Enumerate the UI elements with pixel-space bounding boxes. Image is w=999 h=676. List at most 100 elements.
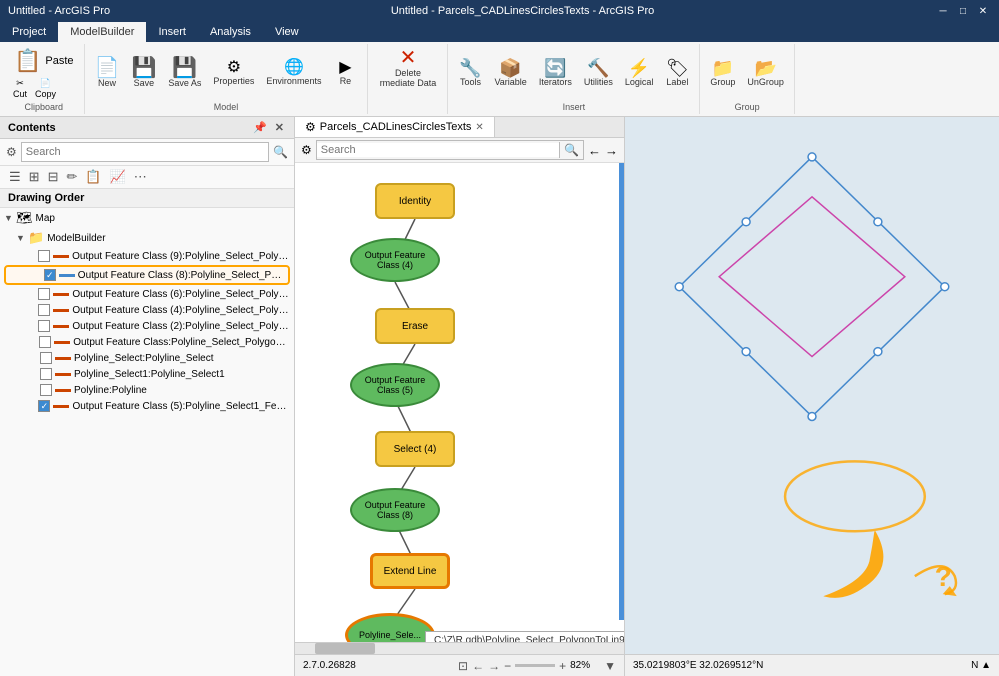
- mb-search-input[interactable]: [317, 143, 559, 157]
- checkbox-ofc5[interactable]: ✓: [38, 400, 50, 412]
- layer-item-ofc5[interactable]: ✓ Output Feature Class (5):Polyline_Sele…: [0, 398, 294, 414]
- group-button[interactable]: 📁 Group: [706, 57, 739, 89]
- zoom-in-btn[interactable]: +: [559, 659, 566, 673]
- properties-button[interactable]: ⚙ Properties: [209, 58, 258, 88]
- iterators-button[interactable]: 🔄 Iterators: [535, 57, 576, 89]
- checkbox-ofc2[interactable]: [38, 320, 50, 332]
- node-ofc5[interactable]: Output FeatureClass (5): [350, 363, 440, 407]
- ofc6-label: Output Feature Class (6):Polyline_Select…: [72, 289, 290, 300]
- variable-label: Variable: [494, 77, 526, 87]
- ribbon-group-model-items: 📄 New 💾 Save 💾 Save As ⚙ Properties 🌐: [91, 46, 362, 100]
- zoom-slider[interactable]: [515, 664, 555, 667]
- logical-button[interactable]: ⚡ Logical: [621, 57, 658, 89]
- node-extendline[interactable]: Extend Line: [370, 553, 450, 589]
- edit-btn[interactable]: ✏: [63, 168, 80, 186]
- tools-button[interactable]: 🔧 Tools: [454, 57, 486, 89]
- tab-insert[interactable]: Insert: [146, 22, 198, 42]
- layer-color-ofc: [54, 341, 70, 344]
- layer-item-ofc6[interactable]: Output Feature Class (6):Polyline_Select…: [0, 286, 294, 302]
- layer-item-ofc4[interactable]: Output Feature Class (4):Polyline_Select…: [0, 302, 294, 318]
- checkbox-ofc6[interactable]: [38, 288, 50, 300]
- filter-icon[interactable]: ⚙: [6, 145, 17, 159]
- more-btn[interactable]: ⋯: [131, 168, 150, 186]
- filter-mb-icon[interactable]: ⚙: [301, 143, 312, 157]
- environments-button[interactable]: 🌐 Environments: [262, 58, 325, 88]
- node-ofc8[interactable]: Output FeatureClass (8): [350, 488, 440, 532]
- nav-right-btn[interactable]: →: [488, 659, 500, 673]
- run-button[interactable]: ▶ Re: [329, 58, 361, 88]
- column-view-btn[interactable]: ⊟: [45, 168, 62, 186]
- zoom-out-btn[interactable]: −: [504, 659, 511, 673]
- nav-forward-btn[interactable]: →: [605, 143, 618, 158]
- ungroup-button[interactable]: 📂 UnGroup: [743, 57, 788, 89]
- utilities-button[interactable]: 🔨 Utilities: [580, 57, 617, 89]
- ribbon-group-id-items: ✕ Deletermediate Data: [376, 46, 441, 112]
- ribbon-group-clipboard-items: 📋 Paste ✂ Cut 📄 Copy: [10, 46, 78, 100]
- logical-icon: ⚡: [628, 59, 650, 77]
- layer-item-ofc9[interactable]: Output Feature Class (9):Polyline_Select…: [0, 248, 294, 264]
- tab-modelbuilder[interactable]: ModelBuilder: [58, 22, 146, 42]
- search-magnifier-icon[interactable]: 🔍: [273, 145, 288, 159]
- node-polyline[interactable]: Polyline_Sele...: [345, 613, 435, 642]
- layer-color-ofc5: [53, 405, 69, 408]
- copy-button[interactable]: 📄 Copy: [32, 77, 59, 100]
- tab-model-close[interactable]: ✕: [475, 122, 483, 133]
- close-btn[interactable]: ✕: [975, 3, 991, 19]
- layer-item-ofc2[interactable]: Output Feature Class (2):Polyline_Select…: [0, 318, 294, 334]
- canvas-area[interactable]: Identity Output FeatureClass (4) Erase O…: [295, 163, 624, 642]
- search-input[interactable]: [21, 142, 269, 162]
- contents-title: Contents: [8, 122, 56, 134]
- label-button[interactable]: 🏷 Label: [661, 57, 693, 89]
- chart-btn[interactable]: 📈: [107, 168, 129, 186]
- tree-item-modelbuilder[interactable]: ▼ 📁 ModelBuilder: [0, 228, 294, 248]
- checkbox-ofc[interactable]: [39, 336, 51, 348]
- checkbox-ofc4[interactable]: [38, 304, 50, 316]
- paste-button[interactable]: 📋 Paste: [10, 46, 78, 76]
- panel-pin-btn[interactable]: 📌: [251, 121, 269, 134]
- tab-analysis[interactable]: Analysis: [198, 22, 263, 42]
- node-select4[interactable]: Select (4): [375, 431, 455, 467]
- tree-item-map[interactable]: ▼ 🗺 Map: [0, 208, 294, 228]
- modelbuilder-status-bar: 2.7.0.26828 ⊡ ← → − + 82% ▼: [295, 654, 624, 676]
- layer-item-ps[interactable]: Polyline_Select:Polyline_Select: [0, 350, 294, 366]
- new-button[interactable]: 📄 New: [91, 56, 124, 90]
- tab-project[interactable]: Project: [0, 22, 58, 42]
- horizontal-scrollbar[interactable]: [295, 642, 624, 654]
- mb-search-btn[interactable]: 🔍: [559, 142, 583, 158]
- title-bar-right: Untitled - Parcels_CADLinesCirclesTexts …: [391, 5, 654, 17]
- nav-left-btn[interactable]: ←: [472, 659, 484, 673]
- checkbox-ps[interactable]: [40, 352, 52, 364]
- checkbox-polyline[interactable]: [40, 384, 52, 396]
- delete-button[interactable]: ✕ Deletermediate Data: [376, 46, 441, 90]
- node-identity[interactable]: Identity: [375, 183, 455, 219]
- layer-item-ofc8[interactable]: ✓ Output Feature Class (8):Polyline_Sele…: [4, 265, 290, 285]
- checkbox-ofc8[interactable]: ✓: [44, 269, 56, 281]
- cut-button[interactable]: ✂ Cut: [10, 77, 30, 100]
- expand-mb-icon[interactable]: ▼: [16, 233, 28, 243]
- table-btn[interactable]: 📋: [82, 168, 104, 186]
- expand-map-icon[interactable]: ▼: [4, 213, 16, 223]
- variable-button[interactable]: 📦 Variable: [490, 57, 530, 89]
- fit-btn[interactable]: ⊡: [458, 659, 468, 673]
- modelbuilder-tab[interactable]: ⚙ Parcels_CADLinesCirclesTexts ✕: [295, 117, 495, 137]
- tab-model-icon: ⚙: [305, 120, 316, 134]
- tab-view[interactable]: View: [263, 22, 311, 42]
- node-ofc4[interactable]: Output FeatureClass (4): [350, 238, 440, 282]
- maximize-btn[interactable]: □: [955, 3, 971, 19]
- save-button[interactable]: 💾 Save: [127, 56, 160, 90]
- zoom-dropdown-btn[interactable]: ▼: [604, 659, 616, 673]
- list-view-btn[interactable]: ☰: [6, 168, 24, 186]
- layer-color-polyline: [55, 389, 71, 392]
- node-erase[interactable]: Erase: [375, 308, 455, 344]
- nav-back-btn[interactable]: ←: [588, 143, 601, 158]
- layer-color-ofc9: [53, 255, 69, 258]
- grid-view-btn[interactable]: ⊞: [26, 168, 43, 186]
- layer-item-ps1[interactable]: Polyline_Select1:Polyline_Select1: [0, 366, 294, 382]
- minimize-btn[interactable]: ─: [935, 3, 951, 19]
- save-as-button[interactable]: 💾 Save As: [164, 56, 205, 90]
- checkbox-ps1[interactable]: [40, 368, 52, 380]
- layer-item-ofc[interactable]: Output Feature Class:Polyline_Select_Pol…: [0, 334, 294, 350]
- layer-item-polyline[interactable]: Polyline:Polyline: [0, 382, 294, 398]
- panel-close-btn[interactable]: ✕: [273, 121, 286, 134]
- checkbox-ofc9[interactable]: [38, 250, 50, 262]
